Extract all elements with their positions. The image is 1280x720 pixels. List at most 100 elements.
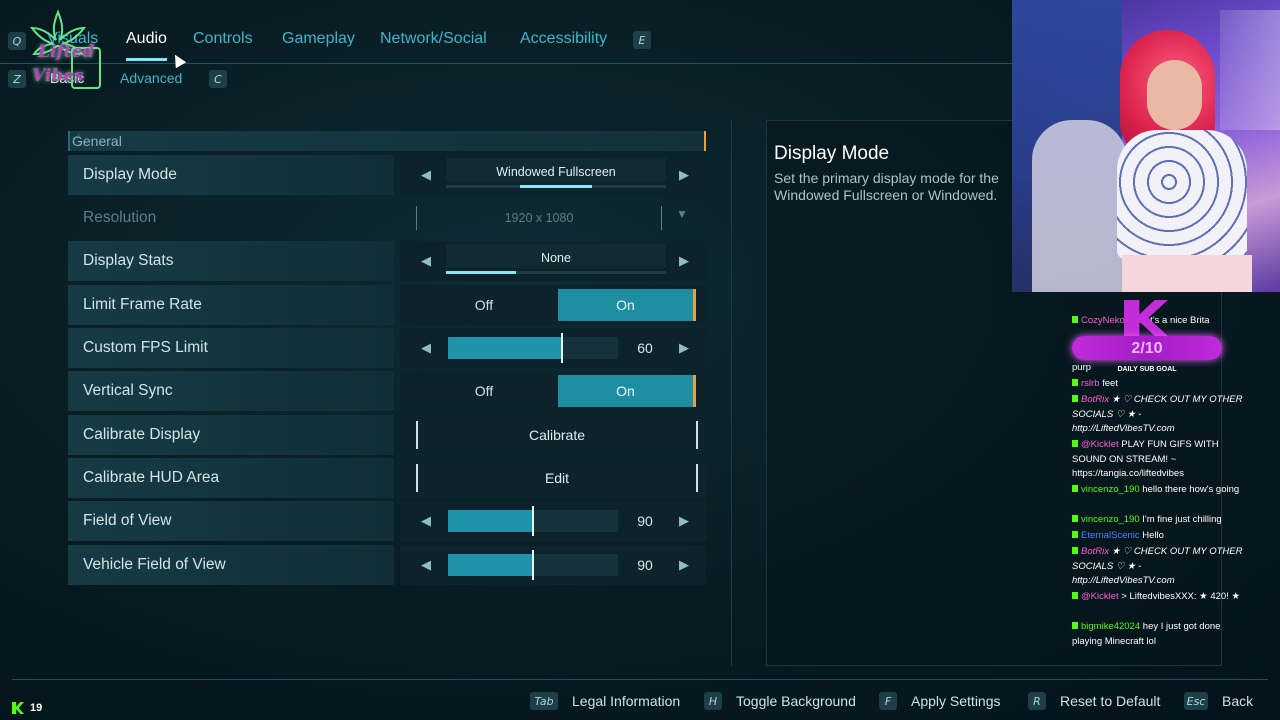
slider-fill [448,337,562,359]
selector-control[interactable]: ◀ Windowed Fullscreen ▶ [400,155,706,195]
toggle-control[interactable]: Off On [400,285,706,325]
reset-to-default-button[interactable]: R Reset to Default [1028,690,1160,712]
tab-next-key[interactable]: E [633,31,651,49]
legal-information-button[interactable]: Tab Legal Information [530,690,680,712]
key-hint-tab: Tab [530,692,558,710]
key-hint-h: H [704,692,722,710]
toggle-on-option[interactable]: On [558,375,696,407]
slider-control[interactable]: ◀ 90 ▶ [400,501,706,541]
arrow-left-icon[interactable]: ◀ [416,338,436,358]
slider-handle[interactable] [532,506,534,536]
arrow-right-icon[interactable]: ▶ [674,511,694,531]
chat-user: rslrb [1081,378,1100,389]
calibrate-button[interactable]: Calibrate [416,421,698,449]
key-hint-r: R [1028,692,1046,710]
selector-indicator [446,271,516,274]
selector-indicator [520,185,592,188]
arrow-right-icon[interactable]: ▶ [674,338,694,358]
sub-goal-label: DAILY SUB GOAL [1117,366,1177,373]
tab-audio[interactable]: Audio [126,30,167,61]
chat-message: @Kicklet PLAY FUN GIFS WITH SOUND ON STR… [1072,438,1244,482]
tab-controls[interactable]: Controls [193,30,253,48]
button-control[interactable]: Calibrate [400,415,706,455]
toggle-control[interactable]: Off On [400,371,706,411]
subtab-advanced[interactable]: Advanced [120,70,182,86]
selector-control[interactable]: ◀ None ▶ [400,241,706,281]
back-button[interactable]: Esc Back [1184,690,1253,712]
arrow-left-icon[interactable]: ◀ [416,511,436,531]
chat-badge-icon [1072,531,1078,538]
kick-logo-icon [1124,300,1168,336]
logo-text-line1: Lifted [38,42,95,62]
toggle-on-option[interactable]: On [558,289,696,321]
tab-network-social[interactable]: Network/Social [380,30,487,48]
setting-label: Vehicle Field of View [83,556,226,573]
chat-user: vincenzo_190 [1081,514,1140,525]
chat-user: EternalScenic [1081,530,1140,541]
setting-row-display-mode[interactable]: Display Mode ◀ Windowed Fullscreen ▶ [68,155,706,195]
description-body: Set the primary display mode for the Win… [774,170,1019,204]
logo-text-line2: Vibes [32,66,84,86]
setting-row-calibrate-display[interactable]: Calibrate Display Calibrate [68,415,706,455]
chat-text: > LiftedvibesXXX: ★ 420! ★ [1121,591,1240,602]
selector-value-box: Windowed Fullscreen [446,158,666,182]
setting-row-limit-frame-rate[interactable]: Limit Frame Rate Off On [68,285,706,325]
chat-text: hello there how's going [1142,484,1240,495]
dropdown-value: 1920 x 1080 [416,206,662,230]
arrow-right-icon[interactable]: ▶ [674,165,694,185]
slider-track[interactable] [448,550,618,580]
chat-message: vincenzo_190 hello there how's going [1072,483,1244,498]
chat-text: Hello [1142,530,1164,541]
setting-row-resolution: Resolution 1920 x 1080 ▼ [68,198,706,238]
setting-label: Field of View [83,512,172,529]
chat-badge-icon [1072,547,1078,554]
edit-button[interactable]: Edit [416,464,698,492]
chat-message: EternalScenic Hello [1072,529,1244,544]
key-hint-f: F [879,692,897,710]
setting-row-vertical-sync[interactable]: Vertical Sync Off On [68,371,706,411]
arrow-right-icon[interactable]: ▶ [674,555,694,575]
chat-badge-icon [1072,485,1078,492]
subtab-next-key[interactable]: C [209,70,227,88]
chat-text: feet [1102,378,1118,389]
chat-message: vincenzo_190 I'm fine just chilling [1072,513,1244,528]
webcam-overlay [1012,0,1280,292]
arrow-left-icon[interactable]: ◀ [416,251,436,271]
bottom-bar-label: Apply Settings [911,693,1001,709]
bottom-bar-label: Back [1222,693,1254,709]
streamer-logo: Lifted Vibes [10,8,105,98]
slider-control[interactable]: ◀ 60 ▶ [400,328,706,368]
setting-row-custom-fps-limit[interactable]: Custom FPS Limit ◀ 60 ▶ [68,328,706,368]
chat-user: vincenzo_190 [1081,484,1140,495]
webcam-posters [1220,10,1280,130]
slider-control[interactable]: ◀ 90 ▶ [400,545,706,585]
setting-row-vehicle-field-of-view[interactable]: Vehicle Field of View ◀ 90 ▶ [68,545,706,585]
setting-row-calibrate-hud-area[interactable]: Calibrate HUD Area Edit [68,458,706,498]
chat-user: BotRix [1081,394,1109,405]
slider-handle[interactable] [561,333,563,363]
button-control[interactable]: Edit [400,458,706,498]
setting-label: Calibrate Display [83,426,201,443]
toggle-off-option[interactable]: Off [412,289,556,321]
bottom-bar-label: Legal Information [572,693,681,709]
setting-row-field-of-view[interactable]: Field of View ◀ 90 ▶ [68,501,706,541]
apply-settings-button[interactable]: F Apply Settings [879,690,1001,712]
tab-accessibility[interactable]: Accessibility [520,30,607,48]
chat-message: rslrb feet [1072,377,1244,392]
toggle-background-button[interactable]: H Toggle Background [704,690,856,712]
toggle-off-option[interactable]: Off [412,375,556,407]
webcam-person-shirt [1117,130,1247,260]
webcam-person-face [1147,60,1202,130]
tab-gameplay[interactable]: Gameplay [282,30,355,48]
arrow-left-icon[interactable]: ◀ [416,165,436,185]
chat-text: I'm fine just chilling [1142,514,1222,525]
bottom-bar-label: Toggle Background [736,693,856,709]
slider-fill [448,510,533,532]
setting-row-display-stats[interactable]: Display Stats ◀ None ▶ [68,241,706,281]
chat-user: BotRix [1081,546,1109,557]
slider-handle[interactable] [532,550,534,580]
slider-track[interactable] [448,333,618,363]
slider-track[interactable] [448,506,618,536]
arrow-left-icon[interactable]: ◀ [416,555,436,575]
arrow-right-icon[interactable]: ▶ [674,251,694,271]
